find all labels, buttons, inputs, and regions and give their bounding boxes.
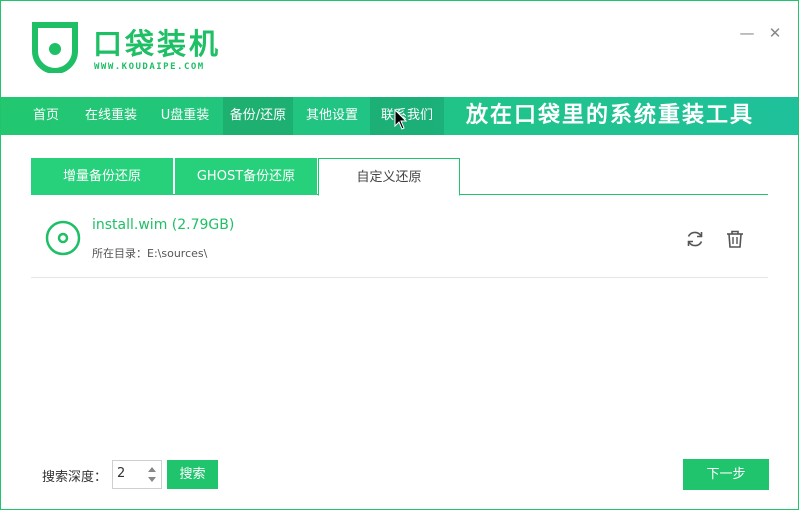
nav-item-online-reinstall[interactable]: 在线重装 xyxy=(79,97,143,135)
search-depth-value[interactable]: 2 xyxy=(117,466,125,481)
refresh-icon[interactable] xyxy=(684,228,706,250)
restore-tabs: 增量备份还原 GHOST备份还原 自定义还原 xyxy=(31,158,768,196)
stepper-arrows-icon[interactable] xyxy=(147,464,157,485)
tab-ghost-backup[interactable]: GHOST备份还原 xyxy=(175,158,317,195)
app-window: 口袋装机 WWW.KOUDAIPE.COM — ✕ 首页 在线重装 U盘重装 备… xyxy=(0,0,799,510)
search-depth-label: 搜索深度： xyxy=(42,470,108,485)
tab-incremental-backup[interactable]: 增量备份还原 xyxy=(31,158,173,195)
close-button[interactable]: ✕ xyxy=(765,23,785,43)
logo-icon xyxy=(32,22,78,73)
file-path-label: 所在目录： xyxy=(92,247,147,260)
app-title: 口袋装机 xyxy=(93,27,222,61)
next-step-button[interactable]: 下一步 xyxy=(683,459,769,490)
trash-icon[interactable] xyxy=(724,228,746,250)
minimize-button[interactable]: — xyxy=(737,23,757,43)
disc-icon xyxy=(45,220,81,256)
list-item[interactable]: install.wim (2.79GB) 所在目录：E:\sources\ xyxy=(31,201,768,278)
file-name[interactable]: install.wim (2.79GB) xyxy=(92,217,234,233)
search-depth-stepper[interactable]: 2 xyxy=(112,460,162,489)
nav-slogan: 放在口袋里的系统重装工具 xyxy=(466,103,755,128)
app-url: WWW.KOUDAIPE.COM xyxy=(94,62,205,72)
file-path: 所在目录：E:\sources\ xyxy=(92,245,207,261)
mouse-cursor-icon xyxy=(394,109,408,130)
nav-item-other-settings[interactable]: 其他设置 xyxy=(297,97,367,135)
nav-item-usb-reinstall[interactable]: U盘重装 xyxy=(153,97,217,135)
nav-item-backup-restore[interactable]: 备份/还原 xyxy=(223,97,293,135)
tab-custom-restore[interactable]: 自定义还原 xyxy=(318,158,460,196)
nav-item-home[interactable]: 首页 xyxy=(23,97,69,135)
file-path-value: E:\sources\ xyxy=(147,247,208,260)
search-button[interactable]: 搜索 xyxy=(167,460,218,489)
